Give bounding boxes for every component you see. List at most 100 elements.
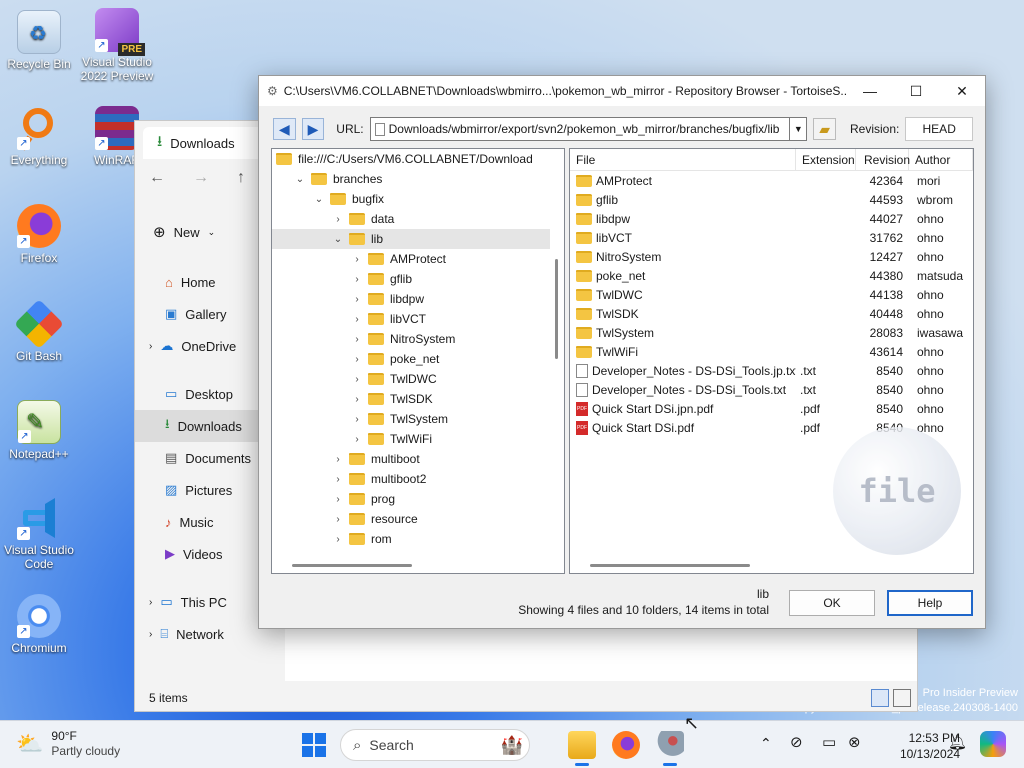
minimize-button[interactable]: — bbox=[847, 76, 893, 106]
tree-item[interactable]: › TwlSDK bbox=[272, 389, 564, 409]
tree-item[interactable]: file:///C:/Users/VM6.COLLABNET/Download bbox=[272, 149, 564, 169]
desktop-icon-git-bash[interactable]: Git Bash bbox=[0, 299, 78, 363]
chevron-right-icon[interactable]: › bbox=[352, 394, 362, 405]
explorer-tab-downloads[interactable]: ⭳ Downloads bbox=[143, 127, 263, 159]
column-author[interactable]: Author bbox=[909, 149, 973, 170]
ok-button[interactable]: OK bbox=[789, 590, 875, 616]
column-file[interactable]: File bbox=[570, 149, 796, 170]
firefox-taskbar-icon[interactable] bbox=[612, 731, 640, 759]
file-row[interactable]: TwlDWC 44138 ohno bbox=[570, 285, 973, 304]
tree-item[interactable]: ⌄ lib bbox=[272, 229, 564, 249]
desktop-icon-visual-studio[interactable]: PRE ↗ Visual Studio 2022 Preview bbox=[78, 8, 156, 83]
weather-widget[interactable]: ⛅ 90°F Partly cloudy bbox=[16, 729, 120, 759]
list-horizontal-scrollbar[interactable] bbox=[570, 557, 973, 573]
up-arrow-icon[interactable]: ↑ bbox=[237, 169, 245, 187]
file-row[interactable]: gflib 44593 wbrom bbox=[570, 190, 973, 209]
file-row[interactable]: TwlSDK 40448 ohno bbox=[570, 304, 973, 323]
tree-item[interactable]: › libVCT bbox=[272, 309, 564, 329]
show-hidden-icons-chevron-up-icon[interactable]: ⌃ bbox=[760, 735, 772, 752]
chevron-down-icon[interactable]: ⌄ bbox=[295, 174, 305, 185]
chevron-right-icon[interactable]: › bbox=[352, 294, 362, 305]
chevron-right-icon[interactable]: › bbox=[352, 314, 362, 325]
tree-item[interactable]: ⌄ branches bbox=[272, 169, 564, 189]
file-row[interactable]: poke_net 44380 matsuda bbox=[570, 266, 973, 285]
forward-button[interactable]: ▶ bbox=[301, 118, 325, 140]
help-button[interactable]: Help bbox=[887, 590, 973, 616]
back-button[interactable]: ◀ bbox=[273, 118, 296, 140]
taskbar-search[interactable]: ⌕ Search 🏰 bbox=[340, 729, 530, 761]
tree-vertical-scrollbar[interactable] bbox=[550, 149, 564, 557]
chevron-right-icon[interactable]: › bbox=[333, 514, 343, 525]
network-tray-icon[interactable]: ⊘ bbox=[790, 733, 803, 751]
tree-item[interactable]: › multiboot2 bbox=[272, 469, 564, 489]
back-arrow-icon[interactable]: ← bbox=[149, 169, 165, 187]
bell-icon[interactable]: 🔔︎ bbox=[948, 733, 967, 751]
chevron-right-icon[interactable]: › bbox=[352, 274, 362, 285]
chevron-right-icon[interactable]: › bbox=[352, 354, 362, 365]
url-input[interactable]: Downloads/wbmirror/export/svn2/pokemon_w… bbox=[369, 117, 791, 141]
chevron-right-icon[interactable]: › bbox=[333, 474, 343, 485]
desktop-icon-recycle-bin[interactable]: ♻ Recycle Bin bbox=[0, 10, 78, 71]
tree-item[interactable]: › rom bbox=[272, 529, 564, 549]
file-list[interactable]: File Extension Revision Author AMProtect… bbox=[569, 148, 974, 574]
desktop-icon-everything[interactable]: ↗ Everything bbox=[0, 106, 78, 167]
file-row[interactable]: NitroSystem 12427 ohno bbox=[570, 247, 973, 266]
repository-tree[interactable]: file:///C:/Users/VM6.COLLABNET/Download ⌄… bbox=[271, 148, 565, 574]
tree-item[interactable]: › data bbox=[272, 209, 564, 229]
forward-arrow-icon[interactable]: → bbox=[193, 169, 209, 187]
repository-browser-window[interactable]: ⚙ C:\Users\VM6.COLLABNET\Downloads\wbmir… bbox=[258, 75, 986, 629]
chevron-right-icon[interactable]: › bbox=[352, 434, 362, 445]
desktop-icon-vscode[interactable]: ↗ Visual Studio Code bbox=[0, 496, 78, 571]
desktop-icon-notepadpp[interactable]: ✎ ↗ Notepad++ bbox=[0, 400, 78, 461]
file-explorer-taskbar-icon[interactable] bbox=[568, 731, 596, 759]
tree-item[interactable]: › AMProtect bbox=[272, 249, 564, 269]
scroll-thumb[interactable] bbox=[555, 259, 558, 359]
file-row[interactable]: Developer_Notes - DS-DSi_Tools.jp.txt .tx… bbox=[570, 361, 973, 380]
chevron-right-icon[interactable]: › bbox=[333, 494, 343, 505]
scroll-thumb[interactable] bbox=[292, 564, 412, 567]
chevron-right-icon[interactable]: › bbox=[333, 534, 343, 545]
start-button[interactable] bbox=[300, 731, 328, 759]
copilot-icon[interactable] bbox=[980, 731, 1006, 757]
file-row[interactable]: libdpw 44027 ohno bbox=[570, 209, 973, 228]
chevron-right-icon[interactable]: › bbox=[352, 254, 362, 265]
title-bar[interactable]: ⚙ C:\Users\VM6.COLLABNET\Downloads\wbmir… bbox=[259, 76, 985, 106]
chevron-right-icon[interactable]: › bbox=[333, 214, 343, 225]
volume-muted-icon[interactable]: ⊗ bbox=[848, 733, 861, 751]
scroll-thumb[interactable] bbox=[590, 564, 750, 567]
chevron-down-icon[interactable]: ⌄ bbox=[314, 194, 324, 205]
file-row[interactable]: TwlSystem 28083 iwasawa bbox=[570, 323, 973, 342]
tiles-view-icon[interactable] bbox=[893, 689, 911, 707]
chevron-right-icon[interactable]: › bbox=[352, 334, 362, 345]
tree-item[interactable]: › prog bbox=[272, 489, 564, 509]
new-button[interactable]: ⊕ New ⌄ bbox=[153, 223, 215, 241]
desktop-icon-chromium[interactable]: ↗ Chromium bbox=[0, 594, 78, 655]
file-row[interactable]: AMProtect 42364 mori bbox=[570, 171, 973, 190]
tree-item[interactable]: › multiboot bbox=[272, 449, 564, 469]
file-row[interactable]: TwlWiFi 43614 ohno bbox=[570, 342, 973, 361]
details-view-icon[interactable] bbox=[871, 689, 889, 707]
file-row[interactable]: PDF Quick Start DSi.jpn.pdf .pdf 8540 ohno bbox=[570, 399, 973, 418]
tree-item[interactable]: › resource bbox=[272, 509, 564, 529]
repo-folder-button[interactable]: ▰ bbox=[813, 118, 836, 140]
tree-item[interactable]: ⌄ bugfix bbox=[272, 189, 564, 209]
chevron-down-icon[interactable]: ⌄ bbox=[333, 234, 343, 245]
chevron-right-icon[interactable]: › bbox=[333, 454, 343, 465]
tree-item[interactable]: › TwlSystem bbox=[272, 409, 564, 429]
tortoise-taskbar-icon[interactable] bbox=[656, 731, 684, 759]
column-extension[interactable]: Extension bbox=[796, 149, 856, 170]
column-revision[interactable]: Revision bbox=[856, 149, 910, 170]
display-tray-icon[interactable]: ▭ bbox=[822, 733, 836, 751]
file-row[interactable]: libVCT 31762 ohno bbox=[570, 228, 973, 247]
tree-item[interactable]: › poke_net bbox=[272, 349, 564, 369]
url-dropdown-button[interactable]: ▼ bbox=[790, 117, 808, 141]
chevron-right-icon[interactable]: › bbox=[352, 374, 362, 385]
revision-button[interactable]: HEAD bbox=[905, 117, 974, 141]
close-button[interactable]: ✕ bbox=[939, 76, 985, 106]
chevron-right-icon[interactable]: › bbox=[352, 414, 362, 425]
tree-item[interactable]: › libdpw bbox=[272, 289, 564, 309]
tree-item[interactable]: › gflib bbox=[272, 269, 564, 289]
tree-item[interactable]: › TwlDWC bbox=[272, 369, 564, 389]
tree-item[interactable]: › NitroSystem bbox=[272, 329, 564, 349]
tree-horizontal-scrollbar[interactable] bbox=[272, 557, 564, 573]
